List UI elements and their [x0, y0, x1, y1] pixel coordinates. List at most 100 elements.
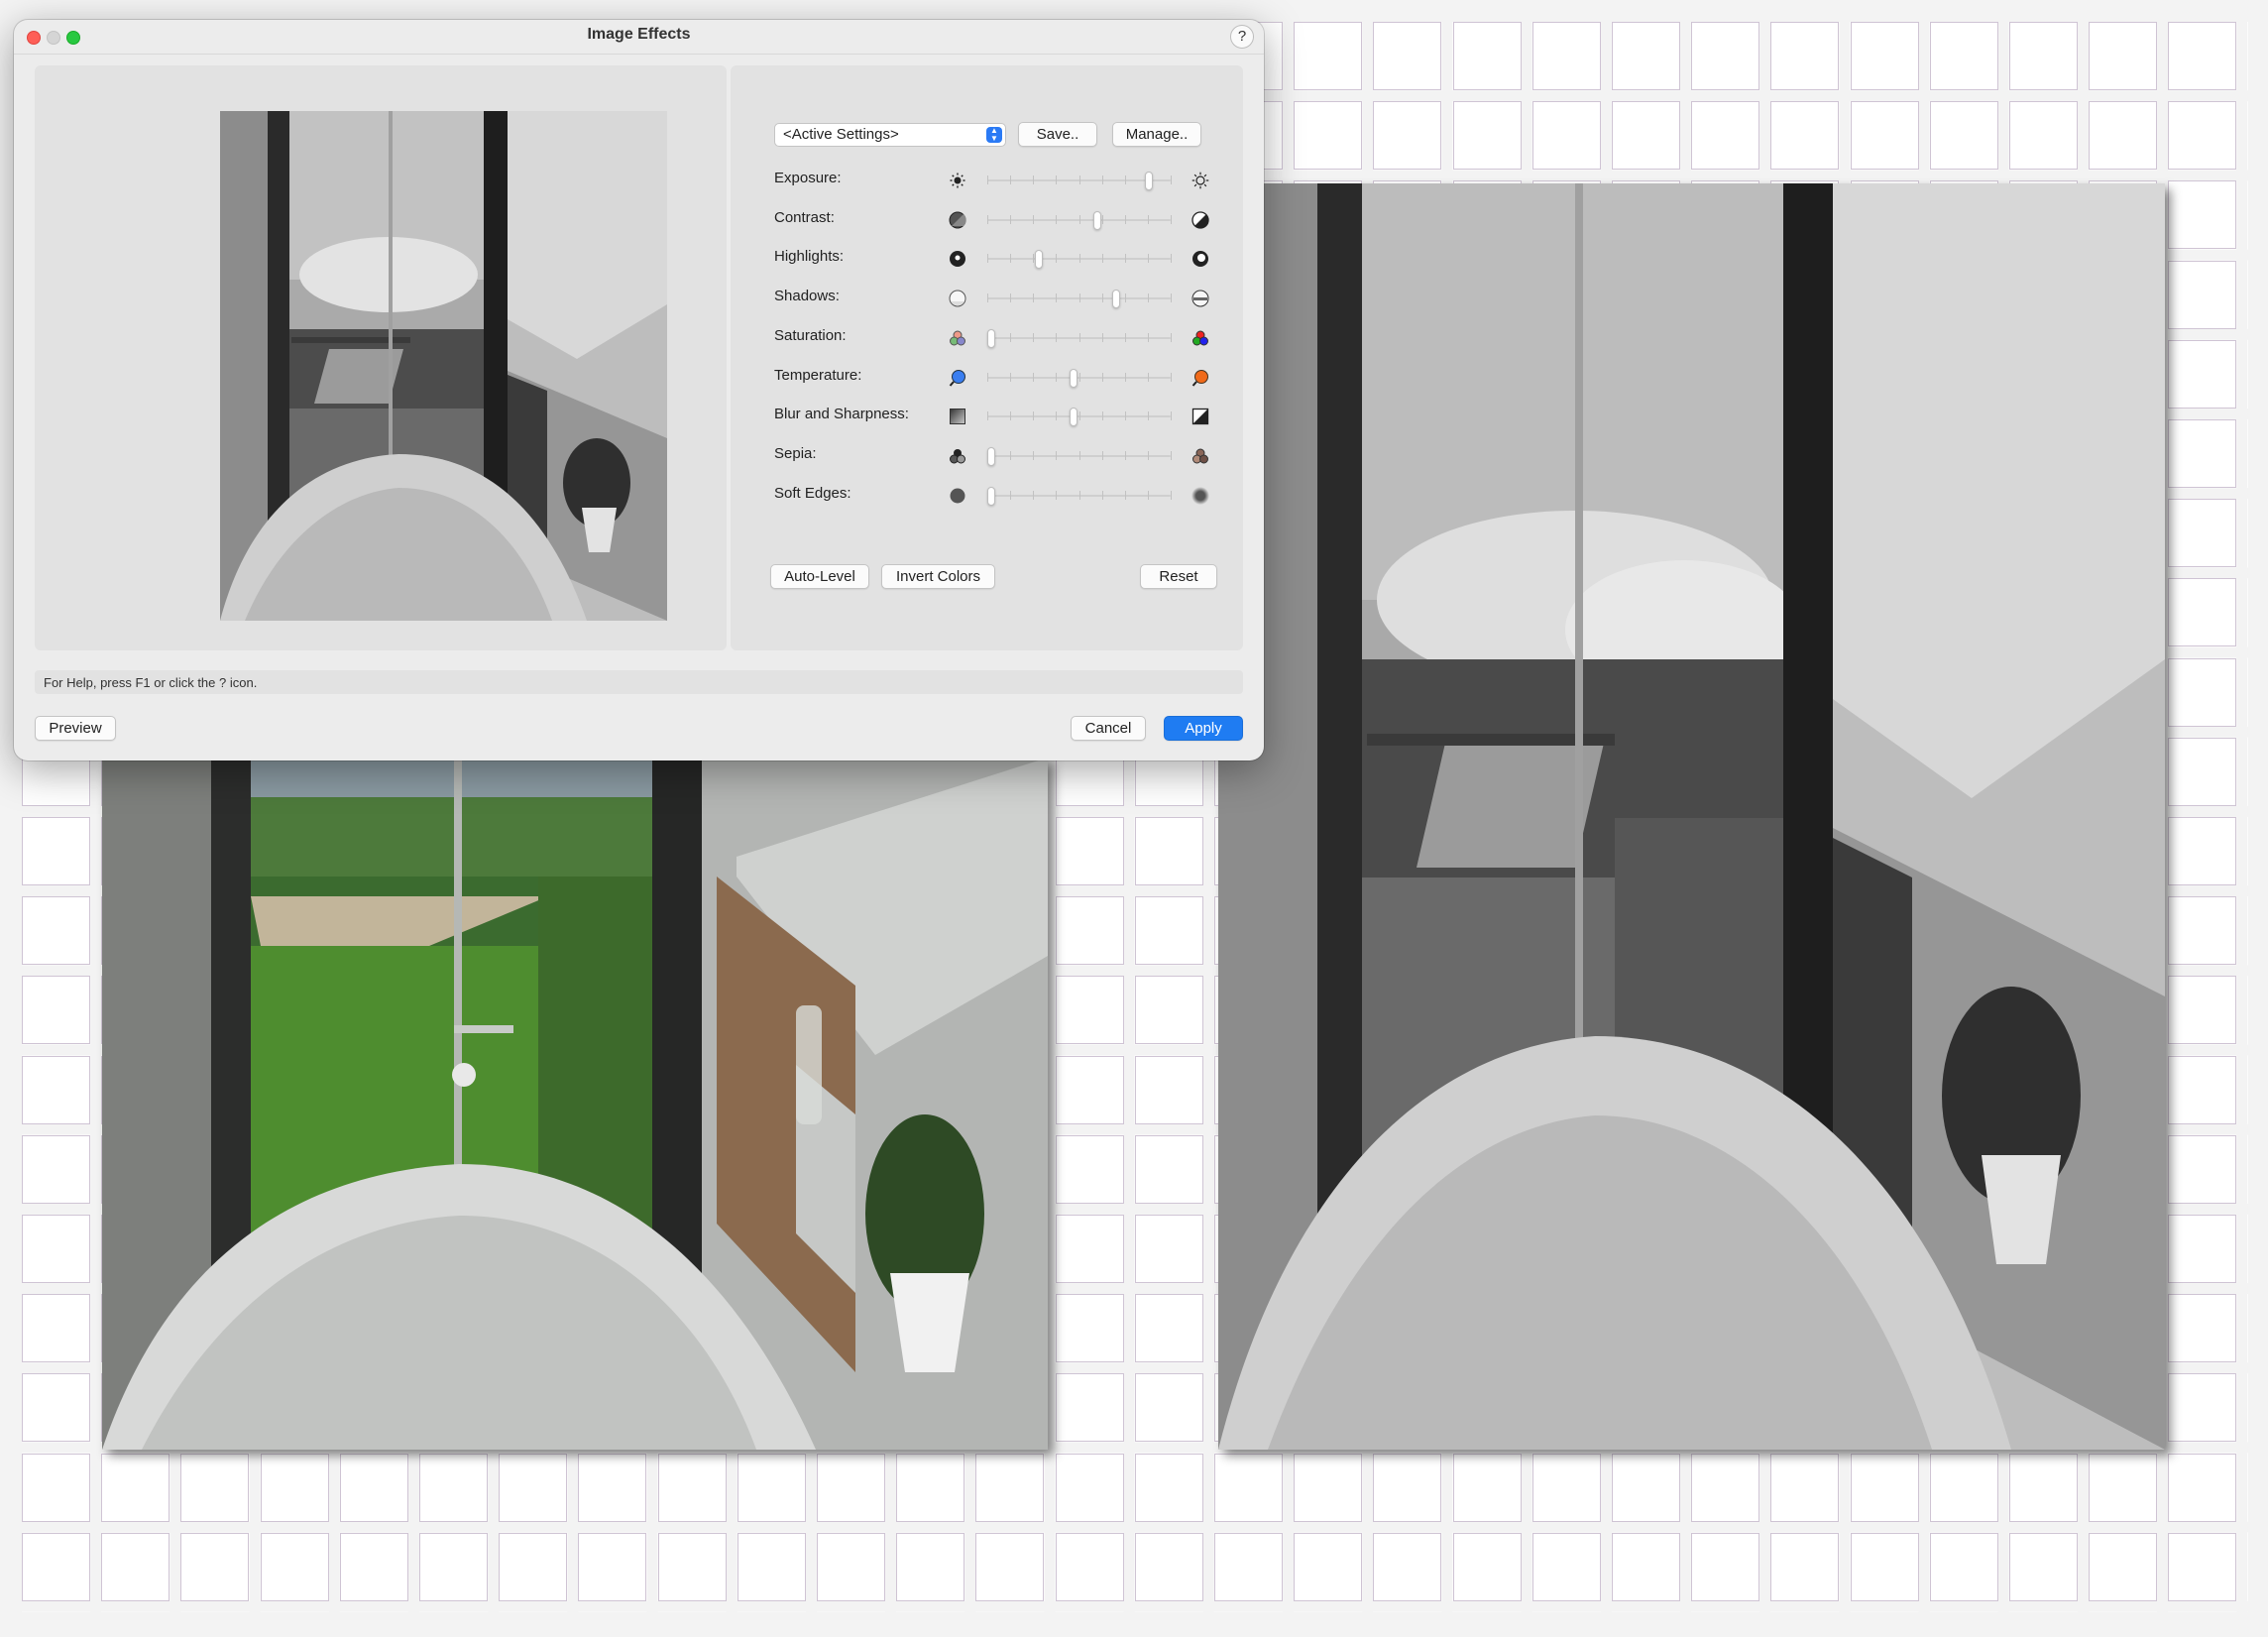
slider-tick [1056, 332, 1058, 342]
slider-thumb[interactable] [1144, 172, 1153, 190]
slider-tick [1124, 450, 1126, 460]
bathroom-photo-color [102, 758, 1048, 1450]
slider-tick [1147, 372, 1149, 382]
preset-select[interactable]: <Active Settings> ▲ ▼ [774, 123, 1006, 147]
slider-thumb[interactable] [986, 486, 995, 506]
grid-tile [2168, 22, 2237, 90]
grid-tile [1452, 22, 1522, 90]
slider-tick [1010, 450, 1012, 460]
cancel-button[interactable]: Cancel [1071, 716, 1146, 741]
help-text: For Help, press F1 or click the ? icon. [44, 675, 258, 690]
grid-tile [2089, 22, 2158, 90]
save-button[interactable]: Save.. [1018, 122, 1097, 147]
grid-tile [2168, 1294, 2237, 1363]
slider-tick [1171, 293, 1172, 303]
grid-tile [1055, 1532, 1124, 1601]
slider-thumb[interactable] [1069, 368, 1077, 388]
grid-tile [1531, 1453, 1601, 1522]
result-image[interactable] [1218, 183, 2165, 1450]
grid-tile [22, 1532, 90, 1601]
preview-button[interactable]: Preview [35, 716, 116, 741]
grid-tile [737, 1453, 806, 1522]
auto-level-button[interactable]: Auto-Level [770, 564, 869, 589]
grid-tile [2089, 1453, 2158, 1522]
grid-tile [1929, 22, 1998, 90]
saturation-low-icon [949, 329, 966, 347]
grid-tile [1531, 101, 1601, 171]
slider-tick [1124, 332, 1126, 342]
grid-tile [1850, 1453, 1919, 1522]
grid-tile [1770, 1532, 1840, 1601]
slider-tick [1171, 214, 1172, 224]
slider-tick [1124, 175, 1126, 184]
grid-tile [2168, 1453, 2237, 1522]
slider-label: Temperature: [774, 366, 862, 384]
slider-tick [1147, 411, 1149, 421]
slider-tick [1101, 411, 1103, 421]
slider-label: Highlights: [774, 248, 845, 266]
grid-tile [578, 1532, 647, 1601]
slider-tick [1056, 175, 1058, 184]
grid-tile [578, 1453, 647, 1522]
manage-button[interactable]: Manage.. [1112, 122, 1201, 147]
grid-tile [1055, 1373, 1124, 1443]
highlights-high-icon [1191, 250, 1209, 268]
grid-tile [2168, 339, 2237, 409]
original-image[interactable] [102, 758, 1048, 1450]
slider-tick [1010, 411, 1012, 421]
shadows-high-icon [1191, 290, 1209, 307]
slider-tick [1056, 411, 1058, 421]
soft-edges-low-icon [949, 487, 966, 505]
preview-pane [35, 65, 727, 650]
slider-thumb[interactable] [986, 446, 995, 466]
grid-tile [2168, 896, 2237, 966]
grid-tile [975, 1453, 1045, 1522]
slider-thumb[interactable] [1093, 210, 1101, 230]
slider-tick [1056, 372, 1058, 382]
slider-tick [987, 293, 988, 303]
grid-tile [22, 1215, 90, 1283]
slider-thumb[interactable] [1069, 408, 1077, 427]
grid-tile [499, 1532, 568, 1601]
grid-tile [22, 1294, 90, 1363]
sepia-low-icon [949, 447, 966, 465]
slider-tick [1010, 293, 1012, 303]
help-button[interactable]: ? [1230, 25, 1254, 49]
grid-tile [1134, 1055, 1203, 1124]
grid-tile [260, 1532, 329, 1601]
slider-row: Soft Edges: [774, 481, 1220, 511]
grid-tile [1214, 1532, 1283, 1601]
slider-label: Saturation: [774, 326, 847, 344]
grid-tile [1452, 101, 1522, 171]
grid-tile [1214, 1453, 1283, 1522]
grid-tile [419, 1453, 488, 1522]
grid-tile [2168, 1532, 2237, 1601]
slider-thumb[interactable] [986, 328, 995, 348]
grid-tile [657, 1453, 727, 1522]
grid-tile [499, 1453, 568, 1522]
slider-tick [1078, 214, 1080, 224]
grid-tile [1134, 1532, 1203, 1601]
grid-tile [2168, 1215, 2237, 1283]
slider-label: Exposure: [774, 170, 842, 186]
contrast-high-icon [1191, 211, 1209, 229]
grid-tile [1134, 1294, 1203, 1363]
invert-colors-button[interactable]: Invert Colors [881, 564, 995, 589]
grid-tile [1691, 1453, 1760, 1522]
slider-tick [1078, 490, 1080, 500]
slider-thumb[interactable] [1034, 250, 1043, 270]
slider-tick [1124, 293, 1126, 303]
grid-tile [1055, 1055, 1124, 1124]
slider-label: Contrast: [774, 208, 835, 226]
grid-tile [1373, 101, 1442, 171]
temperature-cool-icon [949, 369, 966, 387]
reset-button[interactable]: Reset [1140, 564, 1217, 589]
grid-tile [2009, 1453, 2078, 1522]
slider-thumb[interactable] [1111, 290, 1120, 309]
apply-button[interactable]: Apply [1164, 716, 1243, 741]
grid-tile [1612, 22, 1680, 90]
grid-tile [896, 1532, 965, 1601]
grid-tile [2168, 737, 2237, 806]
temperature-warm-icon [1191, 369, 1209, 387]
slider-tick [1010, 214, 1012, 224]
